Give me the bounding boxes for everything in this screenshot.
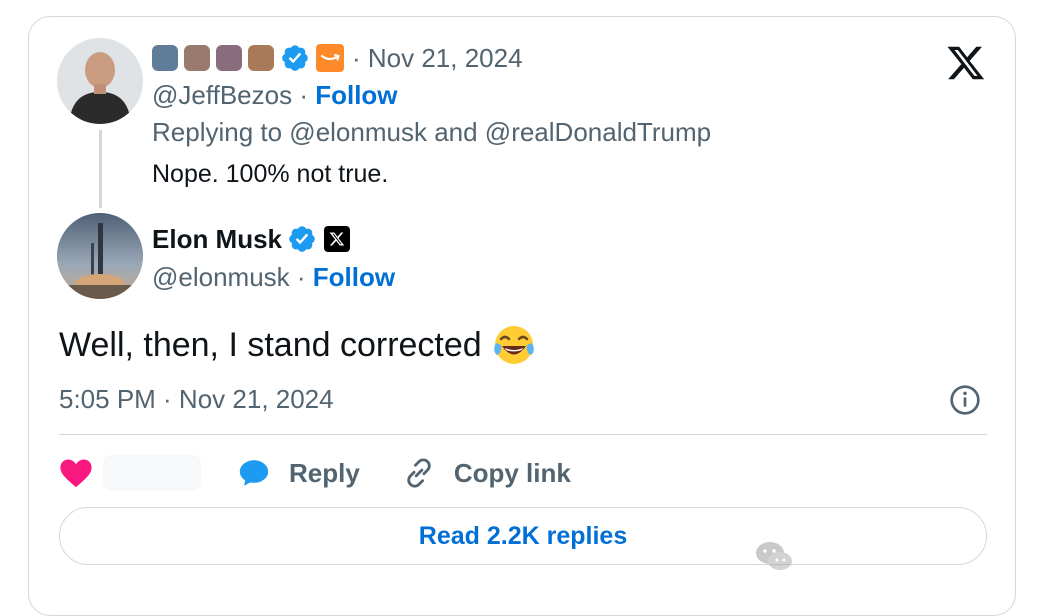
follow-elonmusk-button[interactable]: Follow (313, 262, 395, 292)
main-handle[interactable]: @elonmusk (152, 262, 290, 292)
affiliate-badge-1-icon (152, 45, 178, 71)
face-with-tears-of-joy-icon (493, 326, 534, 364)
wechat-watermark-icon (756, 542, 792, 570)
verified-icon (289, 226, 315, 252)
author-name-line: Elon Musk (152, 223, 351, 255)
avatar-elonmusk[interactable] (57, 213, 143, 299)
verified-icon (282, 45, 308, 71)
avatar-photo (57, 38, 143, 124)
tweet-timestamp[interactable]: 5:05 PM · Nov 21, 2024 (59, 384, 334, 415)
reply-button[interactable]: Reply (237, 456, 360, 490)
main-tweet-text-row: Well, then, I stand corrected (59, 323, 536, 367)
affiliate-badges-row: · Nov 21, 2024 (152, 43, 523, 73)
x-logo-icon[interactable] (945, 43, 987, 83)
reply-bubble-icon (239, 460, 269, 486)
replying-to-line: Replying to @elonmusk and @realDonaldTru… (152, 117, 712, 147)
copy-link-label: Copy link (453, 457, 571, 488)
affiliate-badge-4-icon (248, 45, 274, 71)
parent-handle-line: @JeffBezos · Follow (152, 80, 398, 111)
divider (59, 434, 987, 435)
follow-jeffbezos-button[interactable]: Follow (315, 80, 397, 110)
amazon-badge-icon (316, 44, 344, 72)
affiliate-badge-2-icon (184, 45, 210, 71)
parent-handle[interactable]: @JeffBezos (152, 80, 292, 110)
read-replies-button[interactable]: Read 2.2K replies (59, 507, 987, 565)
reply-label: Reply (289, 457, 360, 488)
avatar-photo (57, 213, 143, 299)
thread-connector-line (99, 130, 102, 208)
affiliate-badge-3-icon (216, 45, 242, 71)
separator-dot: · (289, 262, 313, 292)
x-affiliate-icon (324, 226, 351, 252)
link-icon (407, 458, 431, 488)
info-icon[interactable] (949, 384, 981, 416)
heart-icon[interactable] (59, 457, 93, 489)
separator-dot: · (292, 80, 316, 110)
parent-tweet-date[interactable]: · Nov 21, 2024 (352, 43, 523, 74)
parent-tweet-text: Nope. 100% not true. (152, 160, 389, 188)
like-count-redacted (103, 455, 201, 491)
main-handle-line: @elonmusk · Follow (152, 262, 395, 293)
copy-link-button[interactable]: Copy link (402, 456, 571, 490)
action-bar: Reply Copy link (59, 453, 571, 493)
main-tweet-text: Well, then, I stand corrected (59, 325, 482, 364)
author-name[interactable]: Elon Musk (152, 224, 282, 255)
avatar-jeffbezos[interactable] (57, 38, 143, 124)
tweet-embed-card: · Nov 21, 2024 @JeffBezos · Follow Reply… (28, 16, 1016, 616)
read-replies-label: Read 2.2K replies (418, 521, 628, 550)
